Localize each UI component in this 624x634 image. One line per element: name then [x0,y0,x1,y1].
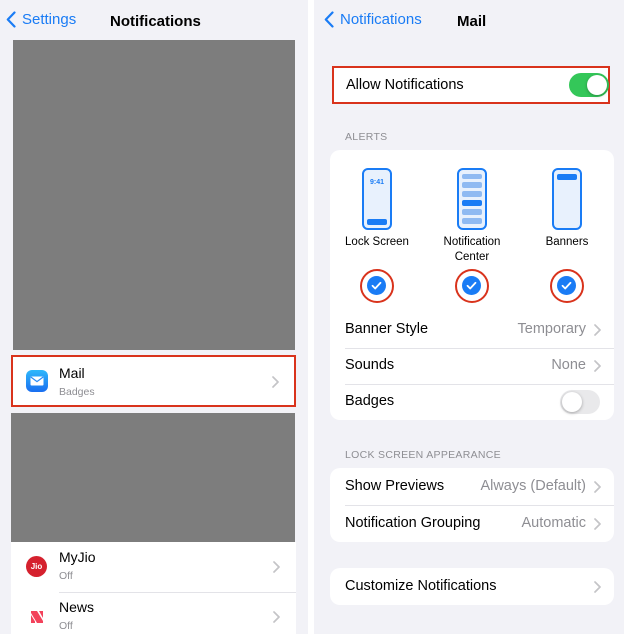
sounds-row[interactable]: Sounds None [330,348,614,384]
banners-checkbox[interactable] [550,269,584,303]
chevron-right-icon [273,561,280,573]
show-previews-value: Always (Default) [480,478,586,494]
app-row-title: News [59,599,95,615]
chevron-right-icon [272,376,279,388]
checkmark-icon [462,276,481,295]
banner-style-row[interactable]: Banner Style Temporary [330,312,614,348]
badges-row: Badges [330,384,614,420]
app-row-subtitle: Off [59,570,73,582]
notification-grouping-row[interactable]: Notification Grouping Automatic [330,505,614,542]
alert-style-label: Lock Screen [345,236,409,248]
chevron-left-icon [324,11,334,28]
customize-notifications-row[interactable]: Customize Notifications [330,568,614,605]
phone-notification-bar [367,219,387,225]
mail-app-icon [26,370,48,392]
app-row-title: Mail [59,365,85,381]
notification-grouping-label: Notification Grouping [345,515,481,531]
chevron-right-icon [594,324,601,336]
apps-list: Jio MyJio Off News Off [11,542,296,634]
show-previews-label: Show Previews [345,478,445,494]
alert-style-label: Notification Center [443,236,501,263]
sounds-label: Sounds [345,357,395,373]
notifications-back-button[interactable]: Notifications [324,11,422,28]
lock-screen-checkbox[interactable] [360,269,394,303]
notification-grouping-value: Automatic [521,515,586,531]
customize-notifications-label: Customize Notifications [345,578,497,594]
lock-screen-appearance-header: LOCK SCREEN APPEARANCE [345,449,501,461]
app-row-title: MyJio [59,549,96,565]
checkmark-icon [367,276,386,295]
toggle-knob [562,392,582,412]
right-nav-bar: Notifications Mail [314,0,624,44]
badges-toggle[interactable] [560,390,600,414]
allow-notifications-label: Allow Notifications [346,77,464,93]
sounds-value: None [551,357,586,373]
news-app-icon [26,606,48,628]
checkmark-icon [557,276,576,295]
page-title: Notifications [110,13,201,30]
phone-notification-bar [462,218,482,224]
back-label: Notifications [340,11,422,28]
mail-notifications-pane: Notifications Mail Allow Notifications A… [314,0,624,634]
banner-style-label: Banner Style [345,321,429,337]
phone-notification-bar [557,174,577,180]
app-row-subtitle: Off [59,620,73,632]
left-nav-bar: Settings Notifications [0,0,308,44]
phone-notification-bar [462,182,482,188]
notification-center-phone-icon [457,168,487,230]
chevron-right-icon [594,360,601,372]
alerts-card: 9:41 Lock Screen Notification Center Ban… [330,150,614,420]
chevron-right-icon [594,518,601,530]
app-row-mail[interactable]: Mail Badges [11,355,296,407]
notification-center-checkbox[interactable] [455,269,489,303]
notifications-settings-pane: Settings Notifications Mail Badges Jio M… [0,0,308,634]
app-row-subtitle: Badges [59,386,95,398]
lock-screen-appearance-card: Show Previews Always (Default) Notificat… [330,468,614,542]
allow-notifications-row: Allow Notifications [332,66,610,104]
app-row-news[interactable]: News Off [11,592,296,634]
show-previews-row[interactable]: Show Previews Always (Default) [330,468,614,505]
lock-screen-phone-icon: 9:41 [362,168,392,230]
phone-notification-bar [462,200,482,206]
chevron-right-icon [594,481,601,493]
phone-notification-bar [462,209,482,215]
alert-style-label: Banners [545,236,589,248]
alerts-section-header: ALERTS [345,131,388,143]
chevron-left-icon [6,11,16,28]
toggle-knob [587,75,607,95]
redacted-area [11,413,295,543]
settings-back-button[interactable]: Settings [6,11,76,28]
back-label: Settings [22,11,77,28]
allow-notifications-toggle[interactable] [569,73,609,97]
phone-time: 9:41 [369,179,384,186]
page-title: Mail [457,13,487,30]
phone-notification-bar [462,174,482,179]
chevron-right-icon [594,581,601,593]
chevron-right-icon [273,611,280,623]
banner-style-value: Temporary [517,321,587,337]
badges-label: Badges [345,393,395,409]
app-row-myjio[interactable]: Jio MyJio Off [11,542,296,592]
banners-phone-icon [552,168,582,230]
myjio-app-icon: Jio [26,556,47,577]
phone-notification-bar [462,191,482,197]
redacted-area [13,40,295,350]
